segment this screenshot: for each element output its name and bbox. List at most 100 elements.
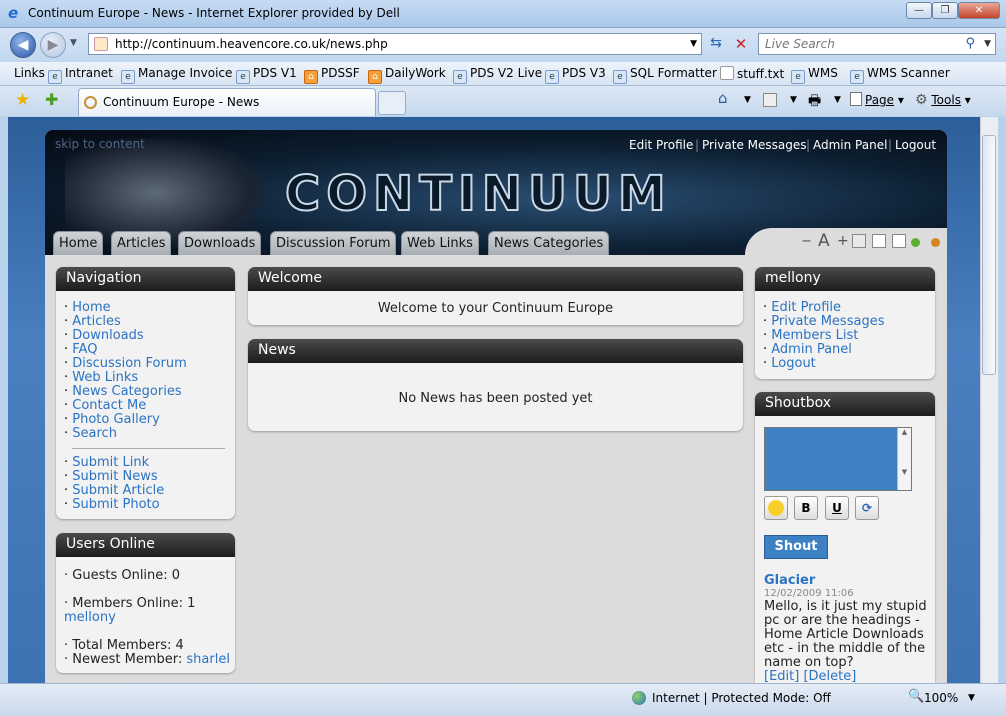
nav-item[interactable]: · Discussion Forum (64, 357, 235, 371)
link-pds-v3[interactable]: e PDS V3 (545, 66, 606, 84)
news-panel: News No News has been posted yet (248, 339, 743, 431)
theme-green-icon[interactable] (911, 238, 920, 247)
address-bar[interactable]: http://continuum.heavencore.co.uk/news.p… (88, 33, 702, 55)
close-button[interactable]: ✕ (958, 2, 1000, 19)
submit-item[interactable]: · Submit Link (64, 456, 235, 470)
font-increase-button[interactable]: + (837, 233, 849, 249)
top-link-logout[interactable]: Logout (895, 138, 936, 152)
security-zone-text[interactable]: Internet | Protected Mode: Off (652, 691, 831, 705)
online-member-link[interactable]: mellony (64, 610, 116, 625)
live-search-input[interactable]: Live Search ⚲ ▼ (758, 33, 996, 55)
ie-page-icon: e (791, 70, 805, 84)
shout-textarea[interactable]: ▲ ▼ (764, 427, 912, 491)
top-link-admin-panel[interactable]: Admin Panel (813, 138, 887, 152)
user-menu-item[interactable]: · Admin Panel (763, 343, 935, 357)
user-menu-item[interactable]: · Logout (763, 357, 935, 371)
newest-member-link[interactable]: sharlel (186, 652, 230, 667)
scrollbar-thumb[interactable] (982, 135, 996, 375)
link-manage-invoice[interactable]: e Manage Invoice (121, 66, 232, 84)
user-panel: mellony · Edit Profile · Private Message… (755, 267, 935, 379)
shout-author[interactable]: Glacier (764, 574, 929, 588)
link-stuff-txt[interactable]: stuff.txt (720, 66, 784, 81)
link-intranet[interactable]: e Intranet (48, 66, 113, 84)
feeds-icon[interactable] (763, 93, 777, 107)
back-button[interactable]: ◀ (10, 32, 36, 58)
stop-icon[interactable]: ✕ (731, 35, 751, 55)
nav-item[interactable]: · Web Links (64, 371, 235, 385)
top-link-edit-profile[interactable]: Edit Profile (629, 138, 693, 152)
smiley-icon[interactable] (764, 496, 788, 520)
top-link-private-messages[interactable]: Private Messages (702, 138, 807, 152)
site-tab-web-links[interactable]: Web Links (401, 231, 479, 255)
forward-button[interactable]: ▶ (40, 32, 66, 58)
width-narrow-icon[interactable] (852, 234, 866, 248)
history-dropdown-icon[interactable]: ▼ (70, 38, 77, 48)
nav-item[interactable]: · Home (64, 301, 235, 315)
refresh-icon[interactable]: ⇆ (706, 35, 726, 55)
shout-edit-link[interactable]: [Edit] (764, 669, 799, 684)
tools-menu[interactable]: ⚙ Tools ▾ (915, 92, 971, 108)
home-icon[interactable]: ⌂ (718, 89, 728, 107)
nav-item[interactable]: · Search (64, 427, 235, 441)
page-menu[interactable]: Page ▾ (850, 92, 904, 107)
maximize-button[interactable]: ❐ (932, 2, 958, 19)
favorites-star-icon[interactable]: ★ (15, 90, 30, 110)
text-file-icon (720, 66, 734, 80)
link-sql-formatter[interactable]: e SQL Formatter (613, 66, 717, 84)
link-icon[interactable]: ⟳ (855, 496, 879, 520)
width-medium-icon[interactable] (872, 234, 886, 248)
zoom-dropdown-icon[interactable]: ▼ (968, 693, 975, 703)
nav-item[interactable]: · Photo Gallery (64, 413, 235, 427)
submit-item[interactable]: · Submit Article (64, 484, 235, 498)
zoom-level[interactable]: 100% (924, 691, 958, 705)
link-dailywork[interactable]: ⌂ DailyWork (368, 66, 446, 84)
home-dropdown-icon[interactable]: ▼ (744, 95, 751, 105)
search-dropdown-icon[interactable]: ▼ (984, 34, 991, 54)
new-tab-button[interactable] (378, 91, 406, 115)
site-tab-news-categories[interactable]: News Categories (488, 231, 610, 255)
user-menu-item[interactable]: · Edit Profile (763, 301, 935, 315)
navigation-panel: Navigation · Home · Articles · Downloads… (56, 267, 235, 519)
font-decrease-button[interactable]: − (801, 234, 812, 249)
welcome-title: Welcome (248, 267, 743, 291)
link-pds-v2-live[interactable]: e PDS V2 Live (453, 66, 542, 84)
site-tab-downloads[interactable]: Downloads (178, 231, 262, 255)
site-banner: skip to content CONTINUUM Edit Profile |… (45, 130, 947, 255)
nav-item[interactable]: · News Categories (64, 385, 235, 399)
bold-button[interactable]: B (794, 496, 818, 520)
link-pdssf[interactable]: ⌂ PDSSF (304, 66, 360, 84)
submit-item[interactable]: · Submit Photo (64, 498, 235, 512)
address-dropdown-icon[interactable]: ▼ (690, 34, 697, 54)
shout-button[interactable]: Shout (764, 535, 828, 559)
site-tab-discussion-forum[interactable]: Discussion Forum (270, 231, 397, 255)
nav-item[interactable]: · Contact Me (64, 399, 235, 413)
link-pds-v1[interactable]: e PDS V1 (236, 66, 297, 84)
minimize-button[interactable]: — (906, 2, 932, 19)
textarea-scrollbar[interactable]: ▲ ▼ (897, 428, 911, 490)
tab-current[interactable]: Continuum Europe - News (78, 88, 376, 116)
link-wms-scanner[interactable]: e WMS Scanner (850, 66, 950, 84)
width-wide-icon[interactable] (892, 234, 906, 248)
user-menu-item[interactable]: · Members List (763, 329, 935, 343)
ie-page-icon: e (613, 70, 627, 84)
submit-item[interactable]: · Submit News (64, 470, 235, 484)
site-tab-articles[interactable]: Articles (111, 231, 172, 255)
user-menu-item[interactable]: · Private Messages (763, 315, 935, 329)
theme-orange-icon[interactable] (931, 238, 940, 247)
site-tab-home[interactable]: Home (53, 231, 104, 255)
feeds-dropdown-icon[interactable]: ▼ (790, 95, 797, 105)
address-text: http://continuum.heavencore.co.uk/news.p… (115, 37, 388, 51)
add-favorites-icon[interactable]: ✚ (45, 90, 58, 109)
shout-delete-link[interactable]: [Delete] (803, 669, 856, 684)
nav-item[interactable]: · FAQ (64, 343, 235, 357)
font-reset-button[interactable]: A (818, 231, 830, 251)
nav-item[interactable]: · Articles (64, 315, 235, 329)
print-icon[interactable]: 🖶 (808, 90, 821, 114)
underline-button[interactable]: U (825, 496, 849, 520)
search-icon[interactable]: ⚲ (965, 34, 975, 54)
print-dropdown-icon[interactable]: ▼ (834, 95, 841, 105)
link-wms[interactable]: e WMS (791, 66, 838, 84)
nav-item[interactable]: · Downloads (64, 329, 235, 343)
page-favicon-icon (94, 37, 108, 51)
skip-to-content-link[interactable]: skip to content (55, 137, 145, 151)
